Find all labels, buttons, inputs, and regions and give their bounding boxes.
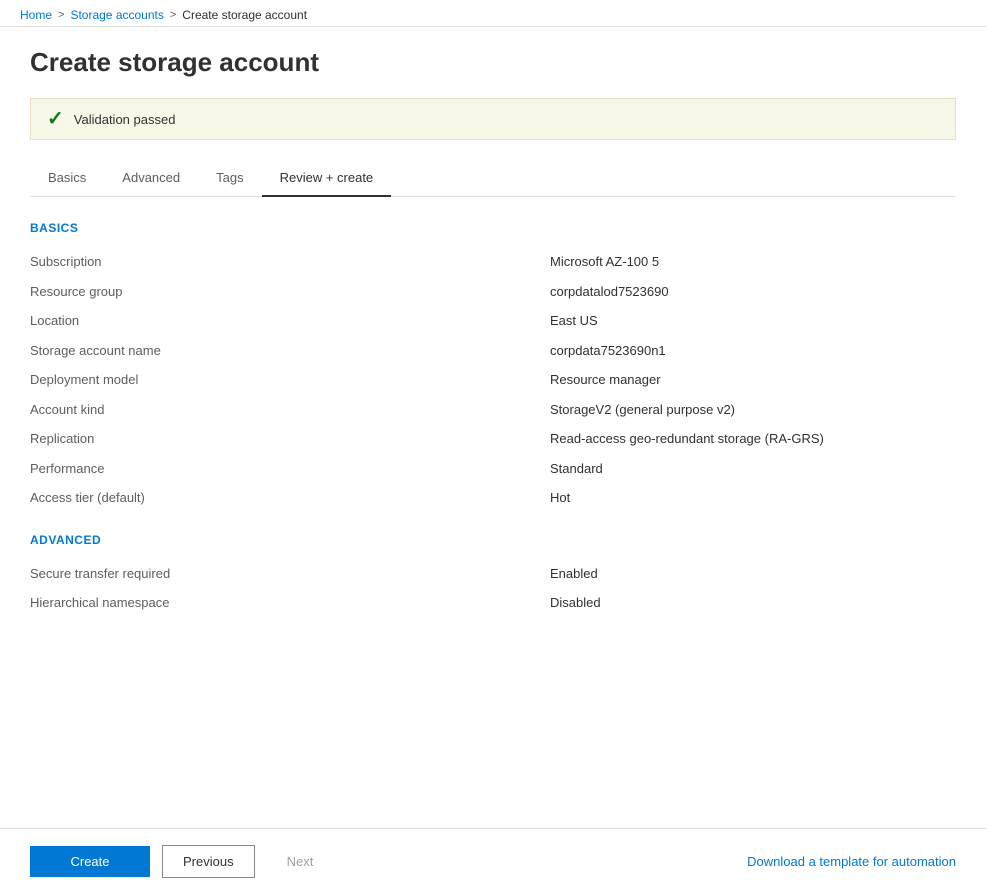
page-container: Home > Storage accounts > Create storage… [0, 0, 986, 894]
advanced-table: Secure transfer required Enabled Hierarc… [30, 559, 956, 618]
row-label-resource-group: Resource group [30, 277, 230, 307]
advanced-section: ADVANCED Secure transfer required Enable… [30, 533, 956, 618]
basics-table: Subscription Microsoft AZ-100 5 Resource… [30, 247, 956, 513]
create-button[interactable]: Create [30, 846, 150, 877]
row-value-account-kind: StorageV2 (general purpose v2) [230, 395, 956, 425]
tab-advanced[interactable]: Advanced [104, 160, 198, 197]
basics-section-title: BASICS [30, 221, 956, 235]
table-row: Subscription Microsoft AZ-100 5 [30, 247, 956, 277]
tab-review-create[interactable]: Review + create [262, 160, 392, 197]
validation-check-icon: ✓ [47, 109, 64, 129]
row-label-replication: Replication [30, 424, 230, 454]
breadcrumb-sep-1: > [58, 9, 64, 21]
row-label-account-kind: Account kind [30, 395, 230, 425]
row-label-performance: Performance [30, 454, 230, 484]
footer: Create Previous Next Download a template… [0, 828, 986, 894]
row-label-deployment-model: Deployment model [30, 365, 230, 395]
row-label-hierarchical-namespace: Hierarchical namespace [30, 588, 230, 618]
row-value-resource-group: corpdatalod7523690 [230, 277, 956, 307]
main-content: Create storage account ✓ Validation pass… [0, 27, 986, 828]
row-value-hierarchical-namespace: Disabled [230, 588, 956, 618]
breadcrumb-current: Create storage account [182, 8, 307, 22]
tab-basics[interactable]: Basics [30, 160, 104, 197]
table-row: Storage account name corpdata7523690n1 [30, 336, 956, 366]
row-label-location: Location [30, 306, 230, 336]
row-value-access-tier: Hot [230, 483, 956, 513]
previous-button[interactable]: Previous [162, 845, 255, 878]
validation-banner: ✓ Validation passed [30, 98, 956, 140]
breadcrumb-storage-accounts[interactable]: Storage accounts [70, 8, 163, 22]
advanced-section-title: ADVANCED [30, 533, 956, 547]
table-row: Location East US [30, 306, 956, 336]
row-label-access-tier: Access tier (default) [30, 483, 230, 513]
table-row: Replication Read-access geo-redundant st… [30, 424, 956, 454]
table-row: Performance Standard [30, 454, 956, 484]
automation-link[interactable]: Download a template for automation [747, 854, 956, 869]
tab-tags[interactable]: Tags [198, 160, 261, 197]
breadcrumb-bar: Home > Storage accounts > Create storage… [0, 0, 986, 27]
row-label-subscription: Subscription [30, 247, 230, 277]
validation-text: Validation passed [74, 112, 176, 127]
row-label-secure-transfer: Secure transfer required [30, 559, 230, 589]
row-value-performance: Standard [230, 454, 956, 484]
row-value-secure-transfer: Enabled [230, 559, 956, 589]
tabs-container: Basics Advanced Tags Review + create [30, 160, 956, 197]
table-row: Secure transfer required Enabled [30, 559, 956, 589]
row-value-replication: Read-access geo-redundant storage (RA-GR… [230, 424, 956, 454]
row-label-storage-account-name: Storage account name [30, 336, 230, 366]
row-value-location: East US [230, 306, 956, 336]
table-row: Account kind StorageV2 (general purpose … [30, 395, 956, 425]
table-row: Access tier (default) Hot [30, 483, 956, 513]
page-title: Create storage account [30, 47, 956, 78]
breadcrumb-home[interactable]: Home [20, 8, 52, 22]
breadcrumb: Home > Storage accounts > Create storage… [20, 8, 966, 22]
basics-section: BASICS Subscription Microsoft AZ-100 5 R… [30, 221, 956, 513]
table-row: Resource group corpdatalod7523690 [30, 277, 956, 307]
breadcrumb-sep-2: > [170, 9, 176, 21]
row-value-deployment-model: Resource manager [230, 365, 956, 395]
next-button: Next [267, 846, 334, 877]
table-row: Deployment model Resource manager [30, 365, 956, 395]
row-value-storage-account-name: corpdata7523690n1 [230, 336, 956, 366]
row-value-subscription: Microsoft AZ-100 5 [230, 247, 956, 277]
table-row: Hierarchical namespace Disabled [30, 588, 956, 618]
